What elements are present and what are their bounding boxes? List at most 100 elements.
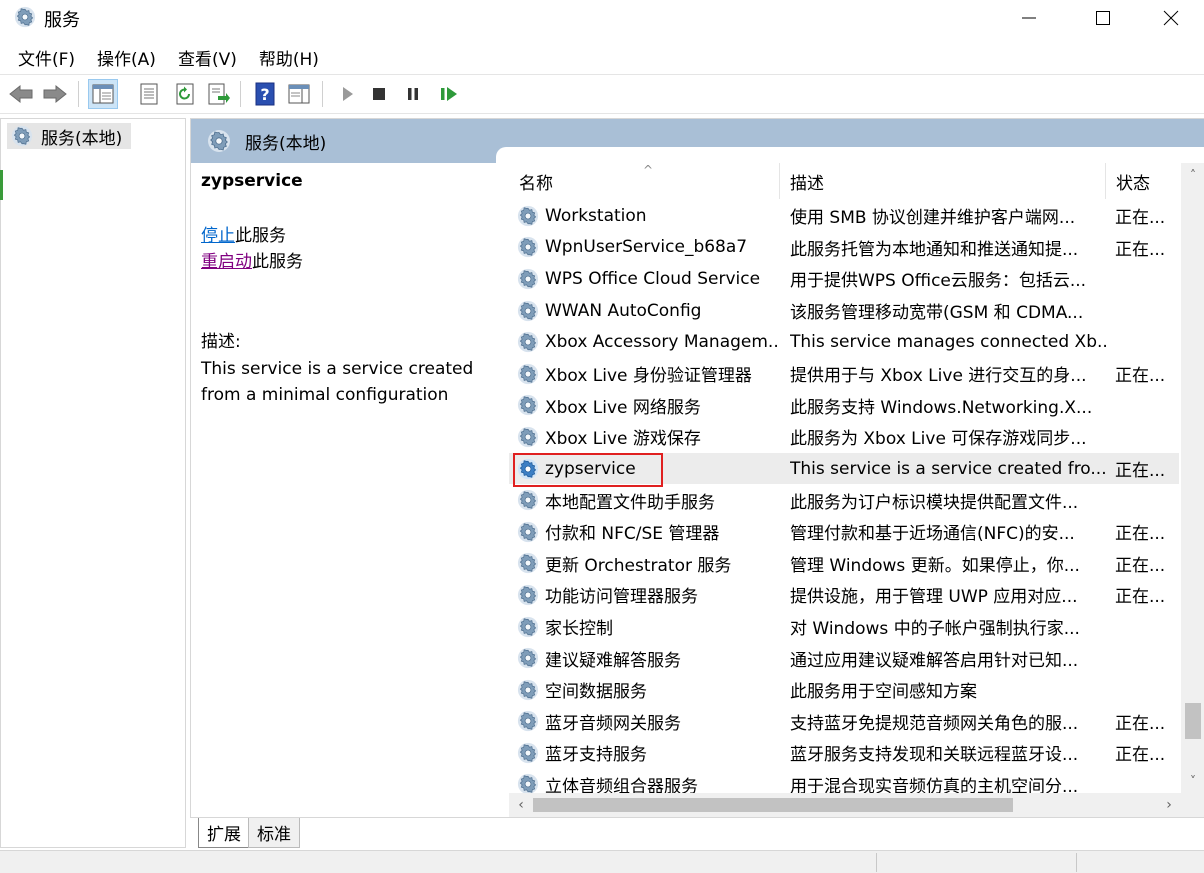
list-header: 名称 ^ 描述 状态 bbox=[509, 163, 1179, 199]
menu-action[interactable]: 操作(A) bbox=[87, 45, 166, 70]
stop-service-icon bbox=[373, 88, 385, 100]
view-tabs: 扩展 标准 bbox=[190, 818, 1204, 848]
service-status-cell bbox=[1115, 421, 1175, 453]
column-header-status[interactable]: 状态 bbox=[1106, 163, 1179, 199]
window-title: 服务 bbox=[44, 10, 80, 31]
service-status-cell: 正在... bbox=[1115, 461, 1166, 482]
close-button[interactable] bbox=[1136, 0, 1204, 36]
service-name: 蓝牙音频网关服务 bbox=[545, 713, 681, 734]
scroll-up-icon[interactable]: ˄ bbox=[1181, 163, 1204, 187]
service-row[interactable]: 立体音频组合器服务 用于混合现实音频仿真的主机空间分... bbox=[509, 769, 1179, 793]
service-description-cell: 提供设施，用于管理 UWP 应用对应... bbox=[790, 587, 1078, 608]
service-row[interactable]: Xbox Live 网络服务 此服务支持 Windows.Networking.X… bbox=[509, 390, 1179, 422]
service-description-cell: 对 Windows 中的子帐户强制执行家... bbox=[790, 619, 1080, 640]
horizontal-scrollbar[interactable]: ‹ › bbox=[509, 793, 1181, 817]
service-name: WWAN AutoConfig bbox=[545, 300, 702, 321]
menu-help[interactable]: 帮助(H) bbox=[249, 45, 329, 70]
back-arrow-icon bbox=[9, 84, 33, 104]
start-service-button[interactable] bbox=[332, 79, 362, 109]
service-gear-icon bbox=[517, 773, 539, 793]
service-row[interactable]: 家长控制 对 Windows 中的子帐户强制执行家... bbox=[509, 611, 1179, 643]
service-gear-icon bbox=[517, 584, 539, 606]
service-name-cell: Xbox Live 网络服务 bbox=[517, 390, 779, 422]
list-rows: Workstation 使用 SMB 协议创建并维护客户端网... 正在... Wpn… bbox=[509, 200, 1179, 793]
column-header-description[interactable]: 描述 bbox=[780, 163, 1106, 199]
service-row[interactable]: 空间数据服务 此服务用于空间感知方案 bbox=[509, 674, 1179, 706]
service-status-cell: 正在... bbox=[1115, 587, 1166, 608]
service-status-cell: 正在... bbox=[1115, 555, 1166, 576]
service-row[interactable]: 功能访问管理器服务 提供设施，用于管理 UWP 应用对应... 正在... bbox=[509, 579, 1179, 611]
service-row[interactable]: Workstation 使用 SMB 协议创建并维护客户端网... 正在... bbox=[509, 200, 1179, 232]
status-divider bbox=[876, 853, 877, 872]
service-row[interactable]: Xbox Accessory Managem... This service ma… bbox=[509, 326, 1179, 358]
services-list: 名称 ^ 描述 状态 Workstation 使用 SMB 协议创建并维护客户端网… bbox=[509, 163, 1204, 793]
horizontal-scroll-thumb[interactable] bbox=[533, 798, 1013, 812]
action-pane-button[interactable] bbox=[284, 79, 314, 109]
back-button[interactable] bbox=[6, 79, 36, 109]
tab-extended[interactable]: 扩展 bbox=[198, 818, 249, 848]
tab-label: 标准 bbox=[257, 825, 291, 845]
menu-view[interactable]: 查看(V) bbox=[168, 45, 247, 70]
service-name-cell: Xbox Accessory Managem... bbox=[517, 326, 779, 358]
service-row[interactable]: 蓝牙支持服务 蓝牙服务支持发现和关联远程蓝牙设... 正在... bbox=[509, 737, 1179, 769]
action-pane-icon bbox=[288, 84, 310, 104]
help-button[interactable]: ? bbox=[250, 79, 280, 109]
menu-file[interactable]: 文件(F) bbox=[8, 45, 85, 70]
restart-suffix: 此服务 bbox=[252, 252, 303, 272]
service-row[interactable]: Xbox Live 身份验证管理器 提供用于与 Xbox Live 进行交互的身.… bbox=[509, 358, 1179, 390]
resume-service-icon bbox=[441, 87, 457, 101]
refresh-button[interactable] bbox=[170, 79, 200, 109]
tab-standard[interactable]: 标准 bbox=[248, 818, 300, 848]
service-description-cell: 该服务管理移动宽带(GSM 和 CDMA... bbox=[790, 303, 1084, 324]
panel-title: 服务(本地) bbox=[245, 133, 327, 154]
service-gear-icon bbox=[517, 363, 539, 385]
services-gear-icon bbox=[11, 125, 33, 147]
scroll-left-icon[interactable]: ‹ bbox=[509, 793, 533, 817]
forward-arrow-icon bbox=[43, 84, 67, 104]
properties-button[interactable] bbox=[134, 79, 164, 109]
tree-node-services-local[interactable]: 服务(本地) bbox=[7, 123, 131, 149]
service-row[interactable]: 建议疑难解答服务 通过应用建议疑难解答启用针对已知... bbox=[509, 642, 1179, 674]
start-service-icon bbox=[343, 87, 353, 101]
service-gear-icon bbox=[517, 300, 539, 322]
restart-service-link[interactable]: 重启动 bbox=[201, 252, 252, 272]
service-name-cell: Xbox Live 游戏保存 bbox=[517, 421, 779, 453]
service-gear-icon bbox=[517, 331, 539, 353]
pause-service-button[interactable] bbox=[398, 79, 428, 109]
service-gear-icon bbox=[517, 679, 539, 701]
service-name: 功能访问管理器服务 bbox=[545, 587, 698, 608]
scroll-down-icon[interactable]: ˅ bbox=[1181, 769, 1204, 793]
service-name-cell: 蓝牙音频网关服务 bbox=[517, 706, 779, 738]
service-row[interactable]: WpnUserService_b68a7 此服务托管为本地通知和推送通知提... 正… bbox=[509, 232, 1179, 264]
service-row[interactable]: Xbox Live 游戏保存 此服务为 Xbox Live 可保存游戏同步... bbox=[509, 421, 1179, 453]
minimize-button[interactable] bbox=[994, 0, 1064, 36]
service-row[interactable]: 付款和 NFC/SE 管理器 管理付款和基于近场通信(NFC)的安... 正在... bbox=[509, 516, 1179, 548]
service-row[interactable]: WPS Office Cloud Service 用于提供WPS Office云服… bbox=[509, 263, 1179, 295]
console-tree: 服务(本地) bbox=[0, 118, 186, 848]
service-row[interactable]: 本地配置文件助手服务 此服务为订户标识模块提供配置文件... bbox=[509, 484, 1179, 516]
vertical-scrollbar[interactable]: ˄ ˅ bbox=[1181, 163, 1204, 793]
show-hide-tree-button[interactable] bbox=[88, 79, 118, 109]
service-name-cell: 空间数据服务 bbox=[517, 674, 779, 706]
stop-service-button[interactable] bbox=[364, 79, 394, 109]
status-bar bbox=[0, 850, 1204, 873]
column-header-name[interactable]: 名称 ^ bbox=[509, 163, 780, 199]
service-gear-icon bbox=[517, 552, 539, 574]
export-list-button[interactable] bbox=[204, 79, 234, 109]
vertical-scroll-thumb[interactable] bbox=[1185, 703, 1201, 739]
stop-service-link[interactable]: 停止 bbox=[201, 226, 235, 246]
service-row[interactable]: zypservice This service is a service crea… bbox=[509, 452, 1179, 487]
service-status-cell: 正在... bbox=[1115, 239, 1166, 260]
maximize-button[interactable] bbox=[1068, 0, 1138, 36]
forward-button[interactable] bbox=[40, 79, 70, 109]
column-label: 状态 bbox=[1116, 173, 1150, 194]
status-divider bbox=[1076, 853, 1077, 872]
service-row[interactable]: WWAN AutoConfig 该服务管理移动宽带(GSM 和 CDMA... bbox=[509, 295, 1179, 327]
service-row[interactable]: 更新 Orchestrator 服务 管理 Windows 更新。如果停止，你..… bbox=[509, 548, 1179, 580]
service-gear-icon bbox=[517, 742, 539, 764]
description-line: from a minimal configuration bbox=[201, 385, 449, 405]
resume-service-button[interactable] bbox=[434, 79, 464, 109]
service-gear-icon bbox=[517, 647, 539, 669]
service-row[interactable]: 蓝牙音频网关服务 支持蓝牙免提规范音频网关角色的服... 正在... bbox=[509, 706, 1179, 738]
scroll-right-icon[interactable]: › bbox=[1157, 793, 1181, 817]
